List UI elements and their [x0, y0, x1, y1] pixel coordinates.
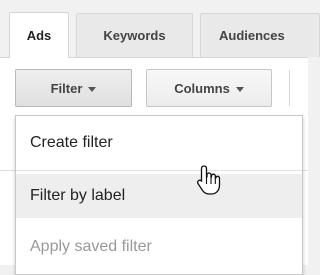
tab-audiences[interactable]: Audiences [200, 13, 320, 57]
tab-keywords-label: Keywords [103, 28, 166, 43]
chevron-down-icon [235, 86, 244, 92]
tab-ads[interactable]: Ads [9, 12, 69, 58]
menu-divider [16, 170, 302, 171]
columns-button[interactable]: Columns [146, 69, 272, 107]
filter-dropdown-menu: Create filter Filter by label Apply save… [15, 115, 303, 275]
menu-item-label: Apply saved filter [30, 238, 152, 255]
tab-ads-label: Ads [26, 28, 52, 43]
menu-item-create-filter[interactable]: Create filter [16, 122, 302, 164]
columns-button-label: Columns [174, 80, 230, 96]
menu-item-apply-saved-filter[interactable]: Apply saved filter [16, 226, 302, 268]
menu-item-label: Create filter [30, 134, 113, 151]
tab-bar: Ads Keywords Audiences [0, 0, 320, 58]
menu-item-filter-by-label[interactable]: Filter by label [16, 174, 302, 218]
toolbar: Filter Columns [0, 58, 308, 118]
tab-keywords[interactable]: Keywords [76, 13, 193, 57]
filter-button-label: Filter [50, 80, 83, 96]
chevron-down-icon [88, 86, 97, 92]
hand-pointer-icon [196, 165, 221, 195]
menu-item-label: Filter by label [30, 187, 126, 204]
toolbar-separator [289, 70, 290, 106]
tab-audiences-label: Audiences [219, 28, 285, 43]
filter-button[interactable]: Filter [15, 69, 132, 107]
